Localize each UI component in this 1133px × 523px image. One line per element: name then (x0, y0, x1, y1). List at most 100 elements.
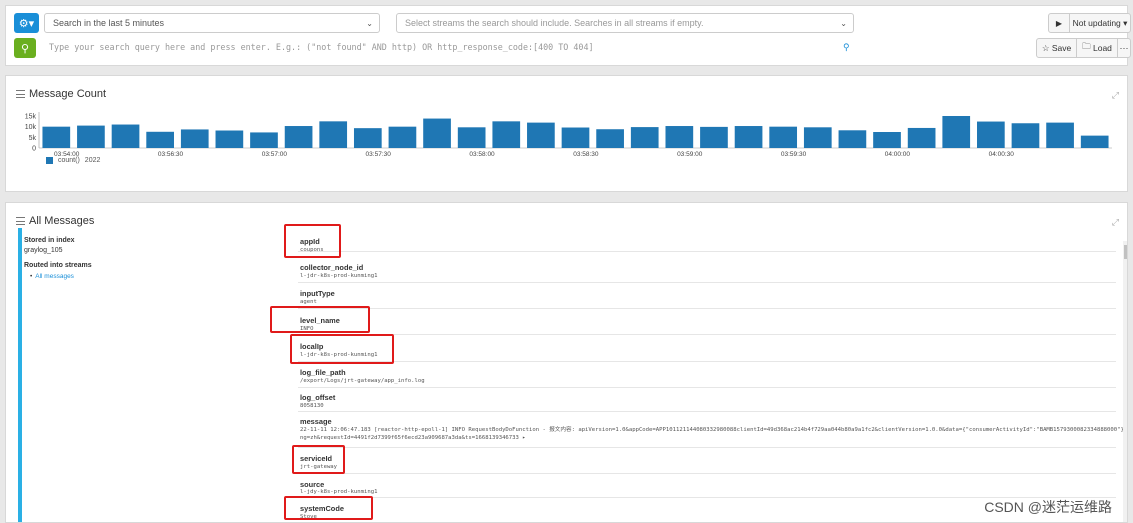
annotation-box-localip (290, 334, 394, 364)
field-row: inputType agent (298, 283, 1116, 309)
histogram-bar[interactable] (942, 116, 971, 148)
play-button[interactable]: ▶ (1048, 13, 1070, 33)
lightbulb-icon[interactable]: ⚲ (843, 42, 850, 53)
histogram-legend: count() 2022 (46, 157, 100, 164)
search-button[interactable]: ⚲ (14, 38, 36, 58)
histogram-bar[interactable] (838, 130, 867, 148)
load-button[interactable]: 🗀 Load (1076, 38, 1118, 58)
search-query-input[interactable]: Type your search query here and press en… (44, 39, 854, 57)
histogram-bar[interactable] (146, 131, 174, 148)
scrollbar-thumb[interactable] (1124, 245, 1127, 259)
query-placeholder: Type your search query here and press en… (49, 42, 594, 52)
message-scrollbar[interactable] (1123, 241, 1127, 522)
histogram-bar[interactable] (77, 125, 105, 148)
search-bar: ⚙▾ Search in the last 5 minutes ⌄ Select… (5, 5, 1131, 66)
streams-select[interactable]: Select streams the search should include… (396, 13, 854, 33)
time-range-select[interactable]: Search in the last 5 minutes ⌄ (44, 13, 380, 33)
search-icon: ⚲ (20, 42, 30, 55)
field-row: log_offset 8058130 (298, 388, 1116, 412)
histogram-bar[interactable] (492, 121, 521, 148)
save-label: Save (1051, 43, 1072, 53)
field-name[interactable]: log_offset (300, 393, 335, 402)
histogram-bar[interactable] (873, 132, 901, 148)
field-name[interactable]: message (300, 417, 332, 426)
annotation-box-appid (284, 224, 341, 258)
histogram-bar[interactable] (630, 127, 659, 148)
histogram-bar[interactable] (561, 127, 590, 148)
field-row: source l-jdy-k8s-prod-kunming1 (298, 474, 1116, 498)
histogram-bar[interactable] (700, 126, 728, 148)
hamburger-icon[interactable] (16, 217, 25, 225)
field-value: /export/Logs/jrt-gateway/app_info.log (300, 378, 425, 384)
x-tick-label: 03:57:00 (262, 151, 288, 158)
field-value: 8058130 (300, 403, 324, 409)
legend-note: 2022 (84, 157, 101, 164)
y-tick-label: 0 (32, 146, 36, 153)
all-messages-title: All Messages (29, 215, 95, 227)
stored-in-index-value: graylog_105 (24, 247, 63, 254)
field-row: message 22-11-11 12:06:47.183 [reactor-h… (298, 412, 1127, 448)
field-name[interactable]: source (300, 480, 324, 489)
y-tick-label: 15k (25, 114, 37, 121)
histogram-bar[interactable] (907, 127, 936, 148)
field-row: localIp l-jdr-k8s-prod-kunming1 (298, 335, 1116, 362)
histogram-bar[interactable] (734, 126, 763, 148)
histogram-bar[interactable] (423, 118, 451, 148)
field-row: collector_node_id l-jdr-k8s-prod-kunming… (298, 252, 1116, 283)
histogram-bar[interactable] (215, 130, 244, 148)
annotation-box-level-name (270, 306, 370, 333)
watermark: CSDN @迷茫运维路 (984, 499, 1112, 515)
field-value: agent (300, 299, 317, 305)
x-tick-label: 03:56:30 (158, 151, 184, 158)
star-icon: ☆ (1041, 42, 1050, 53)
histogram-bar[interactable] (180, 129, 209, 148)
histogram-bar[interactable] (42, 126, 71, 148)
chevron-down-icon: ⌄ (366, 19, 373, 28)
search-type-button[interactable]: ⚙▾ (14, 13, 39, 33)
field-name[interactable]: log_file_path (300, 368, 346, 377)
histogram-bar[interactable] (250, 132, 278, 148)
histogram-bar[interactable] (769, 126, 798, 148)
load-label: Load (1092, 43, 1112, 53)
updating-label: Not updating (1072, 18, 1121, 28)
x-tick-label: 03:59:30 (781, 151, 807, 158)
field-row: level_name INFO (298, 309, 1116, 335)
field-value: l-jdy-k8s-prod-kunming1 (300, 489, 378, 495)
histogram-bar[interactable] (1011, 123, 1040, 148)
histogram-bar[interactable] (388, 126, 417, 148)
field-row: appId coupons (298, 225, 1116, 253)
histogram-bar[interactable] (319, 121, 348, 148)
histogram-bar[interactable] (111, 124, 140, 148)
more-icon: ··· (1119, 43, 1129, 53)
more-options-button[interactable]: ··· (1117, 38, 1131, 58)
field-row: log_file_path /export/Logs/jrt-gateway/a… (298, 362, 1116, 388)
legend-swatch (46, 157, 53, 164)
field-name[interactable]: inputType (300, 289, 335, 298)
histogram-bar[interactable] (665, 126, 694, 148)
stream-link-all-messages[interactable]: All messages (30, 273, 74, 280)
message-count-histogram: 15k10k5k003:54:00 03:56:30 03:57:00 03:57:3… (25, 112, 1112, 158)
histogram-bar[interactable] (527, 122, 555, 148)
histogram-bar[interactable] (284, 126, 313, 148)
histogram-bar[interactable] (596, 129, 624, 148)
field-row: serviceId jrt-gateway (298, 448, 1116, 474)
x-tick-label: 03:58:30 (573, 151, 599, 158)
field-name[interactable]: collector_node_id (300, 263, 363, 272)
streams-placeholder: Select streams the search should include… (405, 18, 704, 28)
gear-icon: ⚙▾ (18, 17, 35, 30)
histogram-bar[interactable] (803, 127, 832, 148)
annotation-box-systemcode (284, 496, 373, 520)
refresh-interval-dropdown[interactable]: Not updating ▾ (1069, 13, 1131, 33)
histogram-bar[interactable] (457, 127, 486, 148)
x-tick-label: 04:00:00 (885, 151, 911, 158)
routed-into-streams-label: Routed into streams (24, 262, 92, 269)
histogram-bar[interactable] (1046, 122, 1074, 148)
all-messages-header: All Messages (16, 215, 94, 227)
histogram-bar[interactable] (977, 121, 1005, 148)
save-button[interactable]: ☆ Save (1036, 38, 1077, 58)
message-count-panel: Message Count ⤢ 15k 10k 5k 0 03:54:00 03:56:3… (5, 75, 1128, 192)
histogram-bar[interactable] (1080, 135, 1109, 148)
field-value: l-jdr-k8s-prod-kunming1 (300, 273, 378, 279)
graylog-search-page: ⚙▾ Search in the last 5 minutes ⌄ Select… (0, 0, 1133, 523)
histogram-bar[interactable] (353, 128, 382, 148)
